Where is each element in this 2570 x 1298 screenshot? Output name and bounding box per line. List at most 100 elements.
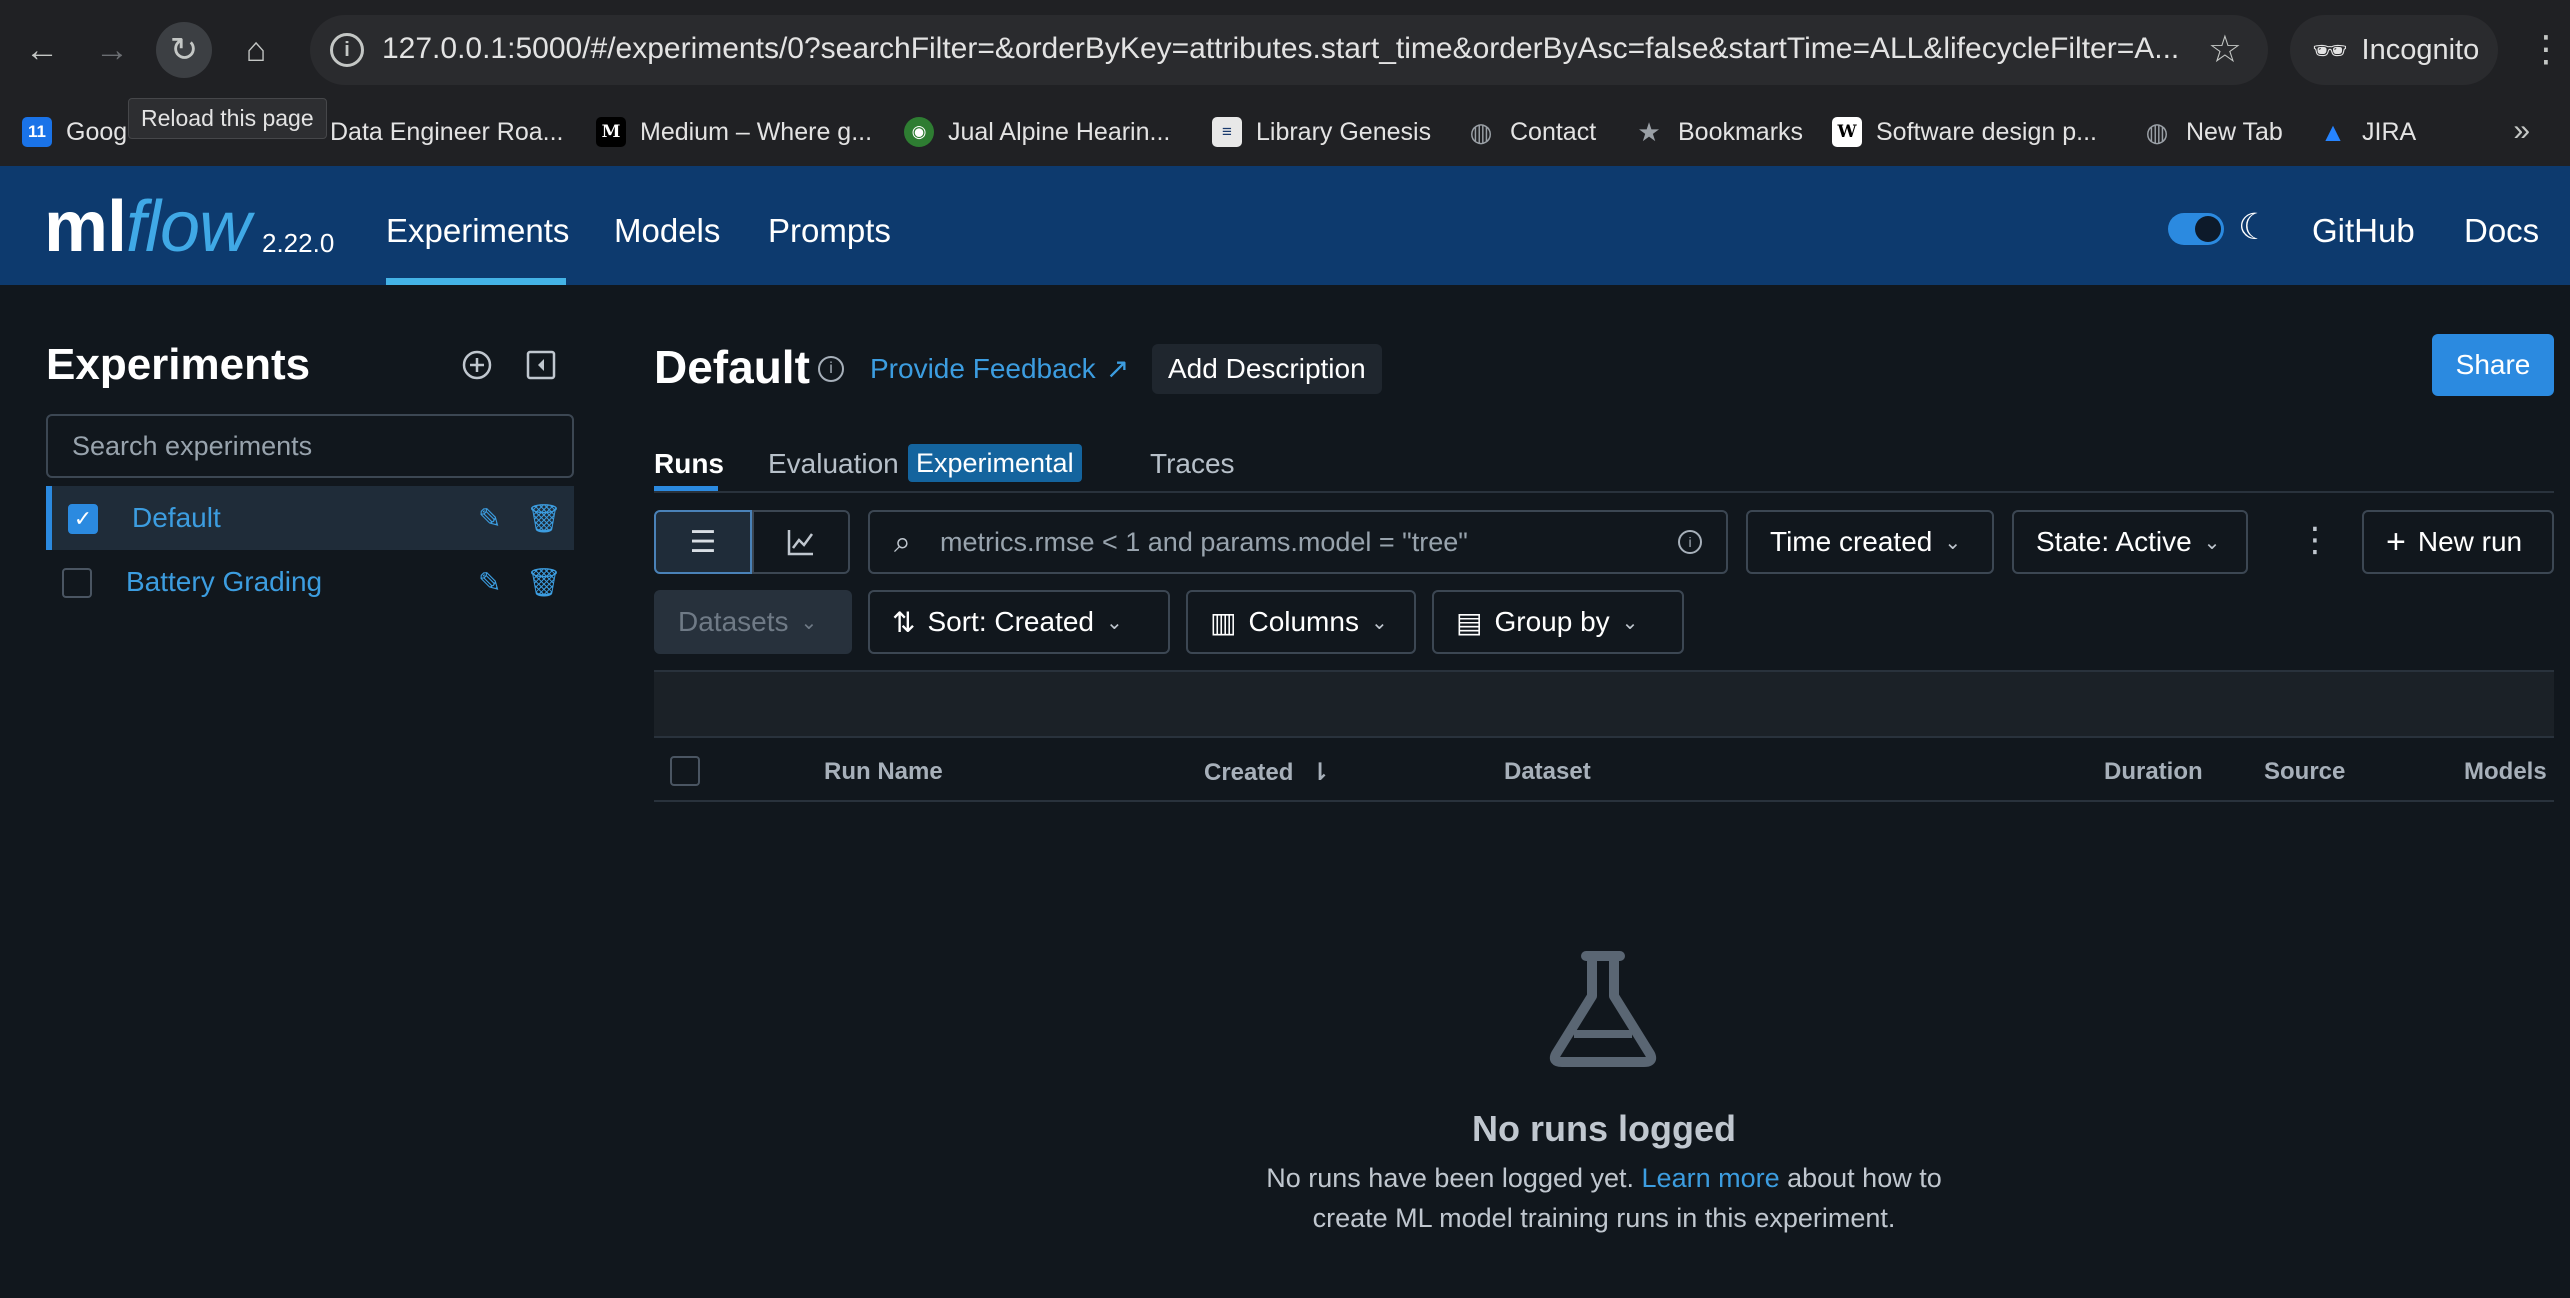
edit-icon[interactable]: ✎ <box>478 566 501 599</box>
jira-icon: ▲ <box>2320 116 2346 147</box>
docs-link[interactable]: Docs <box>2464 212 2539 250</box>
add-experiment-icon[interactable] <box>460 348 494 382</box>
experiment-row-default[interactable]: ✓ Default ✎ 🗑 <box>46 486 574 550</box>
sort-descending-icon: ⇂ <box>1310 759 1331 786</box>
reload-icon[interactable]: ↻ <box>156 22 212 78</box>
bookmark-item[interactable]: 11 Goog <box>22 112 127 152</box>
bookmark-item[interactable]: M Medium – Where g... <box>596 112 872 152</box>
experiment-name[interactable]: Default <box>132 502 221 534</box>
column-duration[interactable]: Duration <box>2104 758 2203 786</box>
add-description-button[interactable]: Add Description <box>1152 344 1382 394</box>
nav-models[interactable]: Models <box>614 212 720 250</box>
nav-experiments[interactable]: Experiments <box>386 212 569 250</box>
bookmark-label: Goog <box>66 117 128 146</box>
bookmark-item[interactable]: W Software design p... <box>1832 112 2097 152</box>
bookmark-label: Contact <box>1510 117 1597 146</box>
incognito-label: Incognito <box>2361 33 2480 66</box>
logo-flow-text: flow <box>126 187 251 267</box>
new-run-button[interactable]: + New run <box>2362 510 2554 574</box>
reload-tooltip: Reload this page <box>128 98 327 139</box>
column-models[interactable]: Models <box>2464 758 2547 786</box>
columns-label: Columns <box>1248 606 1359 637</box>
column-created[interactable]: Created ⇂ <box>1204 758 1330 787</box>
bookmark-item[interactable]: Data Engineer Roa... <box>330 112 563 152</box>
chart-view-button[interactable] <box>752 510 850 574</box>
dark-mode-toggle[interactable] <box>2168 213 2224 245</box>
run-filter-input[interactable]: ⌕ metrics.rmse < 1 and params.model = "t… <box>868 510 1728 574</box>
experiment-name[interactable]: Battery Grading <box>126 566 322 598</box>
forward-icon[interactable]: → <box>84 22 140 78</box>
tab-traces[interactable]: Traces <box>1150 448 1235 480</box>
chevron-down-icon: ⌄ <box>1370 611 1388 634</box>
bookmark-star-icon[interactable]: ☆ <box>2208 27 2242 72</box>
chevron-down-icon: ⌄ <box>2203 531 2221 554</box>
new-run-label: New run <box>2417 526 2523 557</box>
state-dropdown[interactable]: State: Active ⌄ <box>2012 510 2248 574</box>
bookmark-item[interactable]: ≡ Library Genesis <box>1212 112 1431 152</box>
chart-icon <box>787 530 814 556</box>
time-created-dropdown[interactable]: Time created ⌄ <box>1746 510 1994 574</box>
bookmark-label: Medium – Where g... <box>640 117 873 146</box>
address-bar[interactable]: i 127.0.0.1:5000/#/experiments/0?searchF… <box>310 15 2268 85</box>
delete-icon[interactable]: 🗑 <box>526 566 562 599</box>
list-icon: ☰ <box>689 525 717 559</box>
bookmark-item[interactable]: ▲ JIRA <box>2318 112 2416 152</box>
provide-feedback-link[interactable]: Provide Feedback ↗ <box>870 352 1129 385</box>
incognito-badge[interactable]: 🕶 Incognito <box>2290 15 2498 85</box>
bookmark-label: JIRA <box>2362 117 2417 146</box>
chevron-down-icon: ⌄ <box>800 611 818 634</box>
plus-icon: + <box>2386 522 2406 561</box>
bookmark-item[interactable]: ◉ Jual Alpine Hearin... <box>904 112 1170 152</box>
url-text[interactable]: 127.0.0.1:5000/#/experiments/0?searchFil… <box>382 32 2182 66</box>
library-icon: ≡ <box>1212 117 1242 147</box>
edit-icon[interactable]: ✎ <box>478 502 501 535</box>
home-icon[interactable]: ⌂ <box>228 22 284 78</box>
group-by-dropdown[interactable]: ▤ Group by ⌄ <box>1432 590 1684 654</box>
datasets-dropdown[interactable]: Datasets ⌄ <box>654 590 852 654</box>
sort-dropdown[interactable]: ⇅ Sort: Created ⌄ <box>868 590 1170 654</box>
sort-icon: ⇅ <box>892 606 916 638</box>
nav-prompts[interactable]: Prompts <box>768 212 891 250</box>
experiment-checkbox[interactable] <box>62 568 92 598</box>
tab-runs[interactable]: Runs <box>654 448 724 480</box>
tab-evaluation[interactable]: Evaluation <box>768 448 899 480</box>
delete-icon[interactable]: 🗑 <box>526 502 562 535</box>
bookmarks-overflow-icon[interactable]: » <box>2513 114 2530 148</box>
share-button[interactable]: Share <box>2432 334 2554 396</box>
feedback-label: Provide Feedback <box>870 352 1096 384</box>
collapse-sidebar-icon[interactable] <box>524 348 558 382</box>
column-source[interactable]: Source <box>2264 758 2345 786</box>
group-icon: ▤ <box>1456 606 1483 638</box>
column-dataset[interactable]: Dataset <box>1504 758 1591 786</box>
search-experiments-input[interactable]: Search experiments <box>46 414 574 478</box>
google-calendar-icon: 11 <box>22 117 52 147</box>
back-icon[interactable]: ← <box>14 22 70 78</box>
experiment-row-battery-grading[interactable]: Battery Grading ✎ 🗑 <box>46 550 574 614</box>
chevron-down-icon: ⌄ <box>1621 611 1639 634</box>
learn-more-link[interactable]: Learn more <box>1642 1163 1780 1193</box>
columns-icon: ▥ <box>1210 606 1237 638</box>
incognito-icon: 🕶 <box>2312 34 2348 66</box>
select-all-checkbox[interactable] <box>670 756 700 786</box>
browser-menu-icon[interactable]: ⋮ <box>2528 22 2564 76</box>
more-options-icon[interactable]: ⋮ <box>2298 520 2332 560</box>
table-view-button[interactable]: ☰ <box>654 510 752 574</box>
owl-icon: ◉ <box>904 117 934 147</box>
sidebar-title: Experiments <box>46 340 311 389</box>
info-icon[interactable]: i <box>818 356 844 382</box>
site-info-icon[interactable]: i <box>330 33 364 67</box>
empty-state-title: No runs logged <box>1472 1108 1736 1149</box>
column-run-name[interactable]: Run Name <box>824 758 943 786</box>
filter-info-icon[interactable]: i <box>1678 530 1702 554</box>
columns-dropdown[interactable]: ▥ Columns ⌄ <box>1186 590 1416 654</box>
bookmark-item[interactable]: ◍ Contact <box>1466 112 1597 152</box>
bookmark-label: Library Genesis <box>1256 117 1432 146</box>
group-by-label: Group by <box>1494 606 1610 637</box>
bookmark-label: Software design p... <box>1876 117 2097 146</box>
empty-text-before: No runs have been logged yet. <box>1266 1163 1642 1193</box>
mlflow-logo[interactable]: mlflow <box>44 186 251 268</box>
bookmark-item[interactable]: ★ Bookmarks <box>1634 112 1803 152</box>
bookmark-item[interactable]: ◍ New Tab <box>2142 112 2283 152</box>
experiment-checkbox[interactable]: ✓ <box>68 504 98 534</box>
github-link[interactable]: GitHub <box>2312 212 2415 250</box>
